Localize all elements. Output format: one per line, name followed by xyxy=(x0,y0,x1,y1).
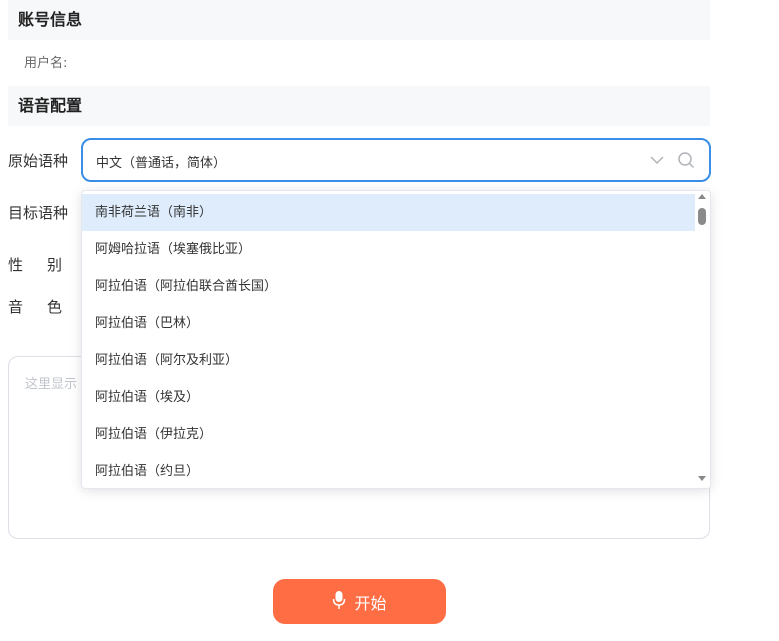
scroll-up-arrow-icon[interactable] xyxy=(698,194,706,199)
scroll-down-arrow-icon[interactable] xyxy=(698,476,706,481)
source-language-label: 原始语种 xyxy=(8,152,69,170)
target-language-label: 目标语种 xyxy=(8,204,69,222)
timbre-label: 音色 xyxy=(8,298,87,316)
dropdown-scrollbar[interactable] xyxy=(695,191,710,488)
chevron-down-icon[interactable] xyxy=(649,152,665,172)
start-button[interactable]: 开始 xyxy=(273,579,446,624)
language-option[interactable]: 南非荷兰语（南非） xyxy=(82,194,695,231)
language-option[interactable]: 阿拉伯语（埃及） xyxy=(82,379,695,416)
language-option-list: 南非荷兰语（南非） 阿姆哈拉语（埃塞俄比亚） 阿拉伯语（阿拉伯联合酋长国） 阿拉… xyxy=(82,191,695,488)
language-option[interactable]: 阿拉伯语（巴林） xyxy=(82,305,695,342)
language-dropdown[interactable]: 南非荷兰语（南非） 阿姆哈拉语（埃塞俄比亚） 阿拉伯语（阿拉伯联合酋长国） 阿拉… xyxy=(81,190,711,489)
language-option[interactable]: 阿拉伯语（阿拉伯联合酋长国） xyxy=(82,268,695,305)
microphone-icon xyxy=(332,590,346,614)
language-option[interactable]: 阿拉伯语（约旦） xyxy=(82,453,695,488)
gender-label: 性别 xyxy=(8,256,87,274)
textarea-placeholder: 这里显示 xyxy=(25,377,78,392)
source-language-value: 中文（普通话，简体） xyxy=(96,156,227,171)
language-option[interactable]: 阿拉伯语（阿尔及利亚） xyxy=(82,342,695,379)
voice-config-section-header: 语音配置 xyxy=(8,86,710,126)
language-option[interactable]: 阿姆哈拉语（埃塞俄比亚） xyxy=(82,231,695,268)
language-option[interactable]: 阿拉伯语（伊拉克） xyxy=(82,416,695,453)
account-section-header: 账号信息 xyxy=(8,0,710,40)
scrollbar-thumb[interactable] xyxy=(698,208,706,225)
start-button-label: 开始 xyxy=(354,593,387,613)
source-language-select[interactable]: 中文（普通话，简体） xyxy=(81,138,711,182)
search-icon[interactable] xyxy=(677,151,695,173)
username-label: 用户名: xyxy=(24,56,68,71)
